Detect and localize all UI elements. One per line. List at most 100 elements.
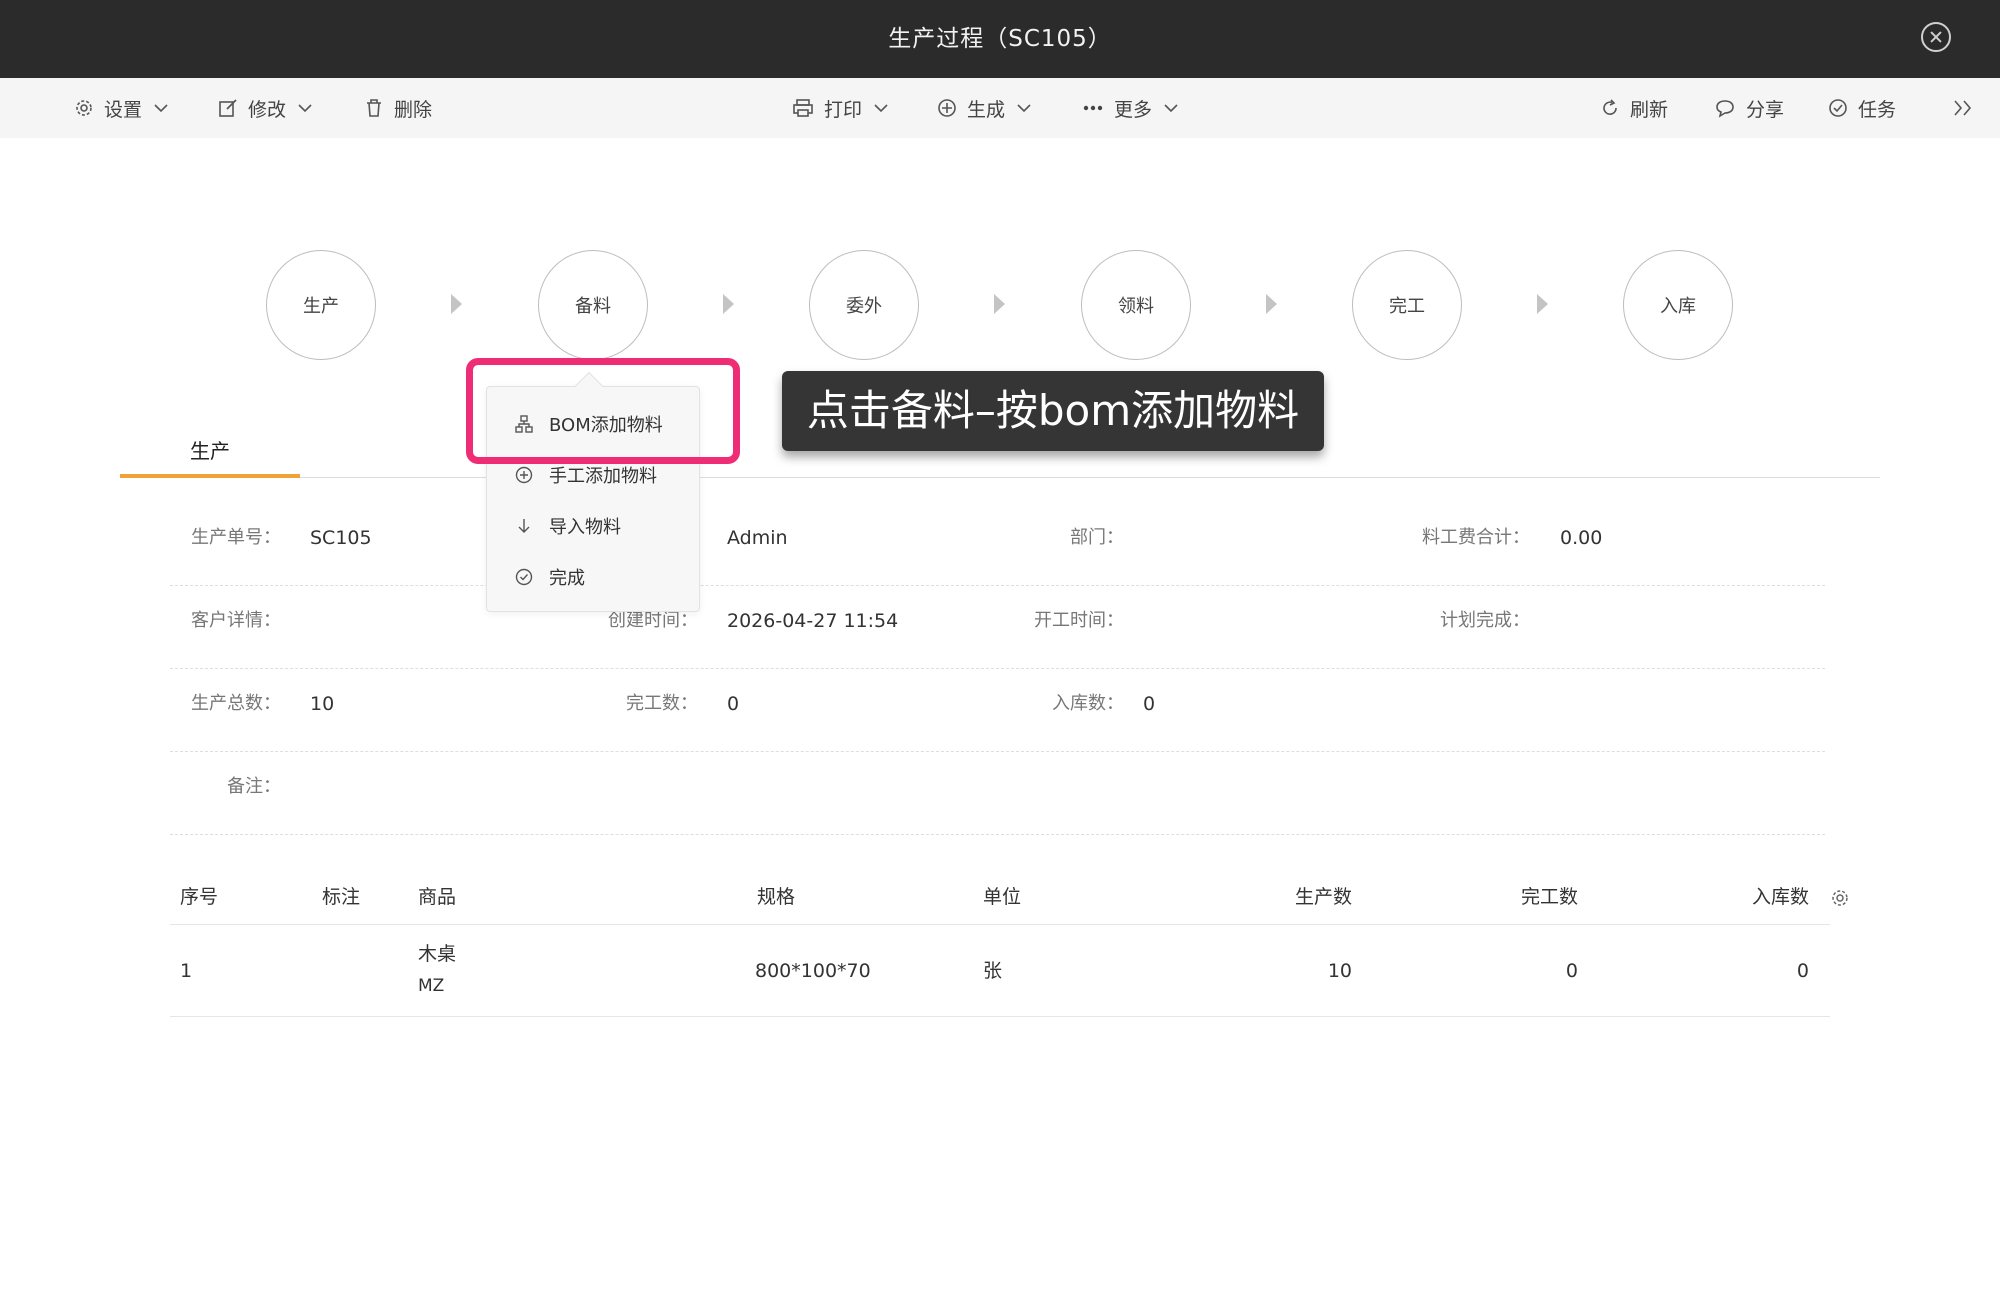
col-header-stocked: 入库数 — [1751, 886, 1809, 908]
column-settings-gear-icon[interactable] — [1830, 888, 1850, 908]
settings-label: 设置 — [104, 98, 143, 121]
cell-unit: 张 — [983, 960, 1003, 982]
table-header: 序号 标注 商品 规格 单位 生产数 完工数 入库数 — [170, 870, 1848, 925]
total-label: 生产总数： — [191, 693, 281, 714]
col-header-product: 商品 — [418, 886, 457, 908]
menu-item-label: 完成 — [549, 568, 585, 589]
chevron-down-icon — [298, 104, 312, 113]
plan-done-label: 计划完成： — [1440, 610, 1530, 631]
step-arrow — [1537, 294, 1548, 314]
printer-icon — [793, 99, 813, 117]
more-label: 更多 — [1114, 98, 1153, 121]
form-row: 备注： — [170, 752, 1825, 835]
col-header-done: 完工数 — [1520, 886, 1578, 908]
cost-total-value: 0.00 — [1560, 527, 1603, 549]
stocked-value: 0 — [1143, 693, 1156, 715]
total-value: 10 — [310, 693, 335, 715]
department-label: 部门： — [1070, 527, 1124, 548]
toolbar: 设置 修改 删除 打印 生成 更多 刷新 分享 任务 — [0, 78, 2000, 138]
col-header-no: 序号 — [180, 886, 219, 908]
cell-spec: 800*100*70 — [755, 960, 871, 982]
plus-circle-icon — [938, 99, 956, 117]
delete-button[interactable]: 删除 — [364, 78, 432, 138]
highlight-box — [466, 358, 740, 464]
generate-button[interactable]: 生成 — [937, 78, 1031, 138]
remark-label: 备注： — [227, 776, 281, 797]
chat-bubble-icon — [1716, 100, 1734, 118]
task-button[interactable]: 任务 — [1828, 78, 1896, 138]
order-no-label: 生产单号： — [191, 527, 281, 548]
col-header-unit: 单位 — [983, 886, 1022, 908]
check-circle-icon — [1829, 99, 1847, 117]
arrow-down-icon — [518, 519, 530, 533]
table-row[interactable]: 1 木桌 MZ 800*100*70 张 10 0 0 — [170, 925, 1830, 1017]
print-label: 打印 — [824, 98, 863, 121]
step-material-prep[interactable]: 备料 — [538, 250, 648, 360]
edit-button[interactable]: 修改 — [218, 78, 312, 138]
done-label: 完工数： — [626, 693, 698, 714]
share-label: 分享 — [1746, 98, 1785, 121]
more-button[interactable]: 更多 — [1082, 78, 1178, 138]
cost-total-label: 料工费合计： — [1422, 527, 1530, 548]
window-title: 生产过程（SC105） — [888, 26, 1112, 52]
stocked-label: 入库数： — [1052, 693, 1124, 714]
gear-icon — [76, 100, 92, 116]
cell-done: 0 — [1565, 960, 1578, 982]
menu-item-import[interactable]: 导入物料 — [487, 503, 701, 549]
instruction-callout: 点击备料–按bom添加物料 — [782, 371, 1324, 451]
step-production[interactable]: 生产 — [266, 250, 376, 360]
cell-stocked: 0 — [1796, 960, 1809, 982]
process-steps: 生产 备料 委外 领料 完工 入库 — [0, 250, 2000, 362]
refresh-icon — [1603, 99, 1617, 115]
print-button[interactable]: 打印 — [792, 78, 888, 138]
cell-product-name: 木桌 — [418, 943, 457, 965]
chevron-down-icon — [1017, 104, 1031, 113]
cell-product-code: MZ — [418, 976, 445, 996]
cell-no: 1 — [180, 960, 193, 982]
trash-icon — [367, 99, 381, 117]
form-row: 客户详情： 创建时间： 2026-04-27 11:54 开工时间： 计划完成： — [170, 586, 1825, 669]
step-arrow — [994, 294, 1005, 314]
plus-circle-icon — [515, 466, 533, 484]
edit-icon — [219, 99, 237, 117]
step-arrow — [1266, 294, 1277, 314]
menu-item-label: 手工添加物料 — [549, 466, 657, 487]
close-icon[interactable] — [1921, 22, 1951, 52]
chevron-down-icon — [1164, 104, 1178, 113]
order-no-value: SC105 — [310, 527, 372, 549]
edit-label: 修改 — [248, 98, 287, 121]
form-row: 生产单号： SC105 Admin 部门： 料工费合计： 0.00 — [170, 503, 1825, 586]
generate-label: 生成 — [967, 98, 1006, 121]
check-circle-icon — [515, 568, 533, 586]
done-value: 0 — [727, 693, 740, 715]
step-completion[interactable]: 完工 — [1352, 250, 1462, 360]
form-row: 生产总数： 10 完工数： 0 入库数： 0 — [170, 669, 1825, 752]
cell-qty: 10 — [1327, 960, 1352, 982]
creator-value: Admin — [727, 527, 788, 549]
menu-item-label: 导入物料 — [549, 517, 621, 538]
customer-label: 客户详情： — [191, 610, 281, 631]
col-header-mark: 标注 — [322, 886, 361, 908]
step-outsourcing[interactable]: 委外 — [809, 250, 919, 360]
refresh-button[interactable]: 刷新 — [1600, 78, 1668, 138]
menu-item-complete[interactable]: 完成 — [487, 554, 701, 600]
title-bar: 生产过程（SC105） — [0, 0, 2000, 78]
step-warehousing[interactable]: 入库 — [1623, 250, 1733, 360]
refresh-label: 刷新 — [1630, 98, 1669, 121]
delete-label: 删除 — [394, 98, 433, 121]
tab-production[interactable]: 生产 — [120, 430, 300, 478]
col-header-qty: 生产数 — [1294, 886, 1352, 908]
start-time-label: 开工时间： — [1034, 610, 1124, 631]
ellipsis-icon — [1083, 105, 1103, 111]
settings-button[interactable]: 设置 — [74, 78, 168, 138]
step-arrow — [451, 294, 462, 314]
task-label: 任务 — [1858, 98, 1897, 121]
expand-button[interactable] — [1952, 78, 1974, 138]
created-value: 2026-04-27 11:54 — [727, 610, 899, 632]
share-button[interactable]: 分享 — [1714, 78, 1784, 138]
chevron-down-icon — [874, 104, 888, 113]
chevron-down-icon — [154, 104, 168, 113]
step-material-pick[interactable]: 领料 — [1081, 250, 1191, 360]
double-chevron-right-icon — [1954, 100, 1972, 116]
step-arrow — [723, 294, 734, 314]
